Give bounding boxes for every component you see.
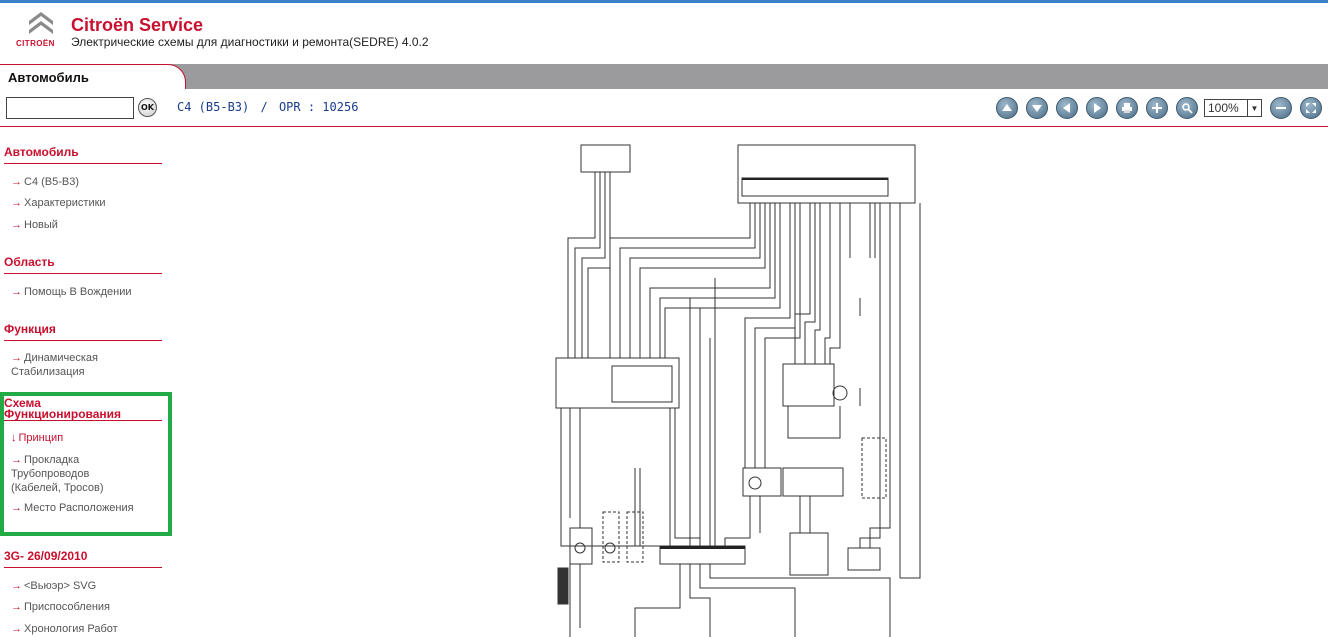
section-divider [4,420,162,421]
arrow-down-icon[interactable] [1026,97,1048,119]
ok-button[interactable]: OK [138,98,157,117]
section-title-area: Область [4,255,55,269]
diagram-component [580,144,631,173]
nav-item-driving-assistance[interactable]: → Помощь В Вождении [11,285,161,299]
zoom-select[interactable]: 100% ▼ [1204,99,1262,117]
logo-text: CITROËN [16,39,55,48]
arrow-right-icon: → [11,352,22,364]
nav-item-characteristics[interactable]: → Характеристики [11,196,161,210]
arrow-right-icon: → [11,502,22,514]
zoom-in-icon[interactable] [1146,97,1168,119]
zoom-value: 100% [1208,101,1239,115]
diagram-component [782,467,844,497]
nav-item-label: Хронология Работ [24,623,118,635]
nav-item-location[interactable]: → Место Расположения [11,501,161,515]
nav-item-label: Место Расположения [24,502,134,514]
section-divider [4,340,162,341]
nav-item-dynamic-stabilization[interactable]: → Динамическая Стабилизация [11,351,121,379]
nav-item-tools[interactable]: → Приспособления [11,600,161,614]
section-divider [4,273,162,274]
chevron-down-icon: ▼ [1247,100,1261,116]
double-chevron-icon [29,12,53,34]
breadcrumb: C4 (B5-B3) / OPR : 10256 [177,100,362,114]
print-icon[interactable] [1116,97,1138,119]
diagram-component [782,363,835,407]
arrow-right-icon: → [11,286,22,298]
app-header: CITROËN Citroën Service Электрические сх… [0,3,1328,63]
nav-item-label: Принцип [18,432,64,444]
arrow-right-icon[interactable] [1086,97,1108,119]
zoom-out-icon[interactable] [1270,97,1292,119]
diagram-component [660,546,745,549]
search-input[interactable] [6,97,134,119]
viewer-tools: 100% ▼ [988,96,1322,120]
diagram-component [741,177,889,197]
tab-bar: Автомобиль [0,64,1328,89]
arrow-left-icon[interactable] [1056,97,1078,119]
app-subtitle: Электрические схемы для диагностики и ре… [71,35,429,49]
diagram-component [748,476,762,490]
wiring-diagram[interactable] [540,138,940,637]
tab-label: Автомобиль [8,70,89,85]
nav-item-label: Прокладка Трубопроводов (Кабелей, Тросов… [11,454,104,494]
nav-item-label: Новый [24,219,58,231]
section-title-function: Функция [4,322,56,336]
app-title: Citroën Service [71,15,204,35]
nav-item-label: Приспособления [24,601,111,613]
diagram-component [574,542,586,554]
diagram-component [602,511,620,563]
nav-item-label: <Вьюэр> SVG [24,580,97,592]
arrow-right-icon: → [11,623,22,635]
nav-item-label: Динамическая Стабилизация [11,352,98,378]
diagram-component [604,542,616,554]
diagram-component [789,532,829,576]
arrow-right-icon: → [11,454,22,466]
diagram-component [847,547,881,571]
nav-item-routing[interactable]: → Прокладка Трубопроводов (Кабелей, Тросо… [11,453,141,495]
breadcrumb-model-link[interactable]: C4 (B5-B3) [177,100,249,114]
arrow-right-icon: → [11,601,22,613]
nav-item-principle[interactable]: ↓ Принцип [11,431,161,445]
nav-item-new[interactable]: → Новый [11,218,161,232]
sidebar: Автомобиль → C4 (B5-B3) → Характеристики →… [0,128,176,637]
diagram-component [558,568,568,604]
breadcrumb-separator: / [260,100,268,114]
nav-item-svg-viewer[interactable]: → <Вьюэр> SVG [11,579,161,593]
section-title-3g: 3G- 26/09/2010 [4,549,88,563]
nav-item-label: C4 (B5-B3) [24,176,80,188]
section-divider [4,567,162,568]
nav-item-model[interactable]: → C4 (B5-B3) [11,175,161,189]
nav-item-label: Характеристики [24,197,106,209]
toolbar: OK C4 (B5-B3) / OPR : 10256 100% ▼ [0,89,1328,127]
diagram-component [861,437,887,499]
magnifier-icon[interactable] [1176,97,1198,119]
arrow-right-icon: → [11,219,22,231]
arrow-right-icon: → [11,580,22,592]
fit-window-icon[interactable] [1300,97,1322,119]
section-title-vehicle: Автомобиль [4,145,79,159]
citroen-logo: CITROËN [16,8,62,52]
diagram-component [611,365,673,403]
arrow-right-icon: → [11,197,22,209]
diagram-component [832,385,848,401]
tab-vehicle[interactable]: Автомобиль [0,64,186,89]
section-divider [4,163,162,164]
nav-item-work-history[interactable]: → Хронология Работ [11,622,161,636]
diagram-component [742,178,888,180]
arrow-right-icon: → [11,176,22,188]
nav-item-label: Помощь В Вождении [24,286,132,298]
breadcrumb-opr: OPR : 10256 [278,100,359,114]
arrow-down-icon: ↓ [11,432,17,444]
arrow-up-icon[interactable] [996,97,1018,119]
section-title-operation-scheme: Схема Функционирования [4,396,122,421]
